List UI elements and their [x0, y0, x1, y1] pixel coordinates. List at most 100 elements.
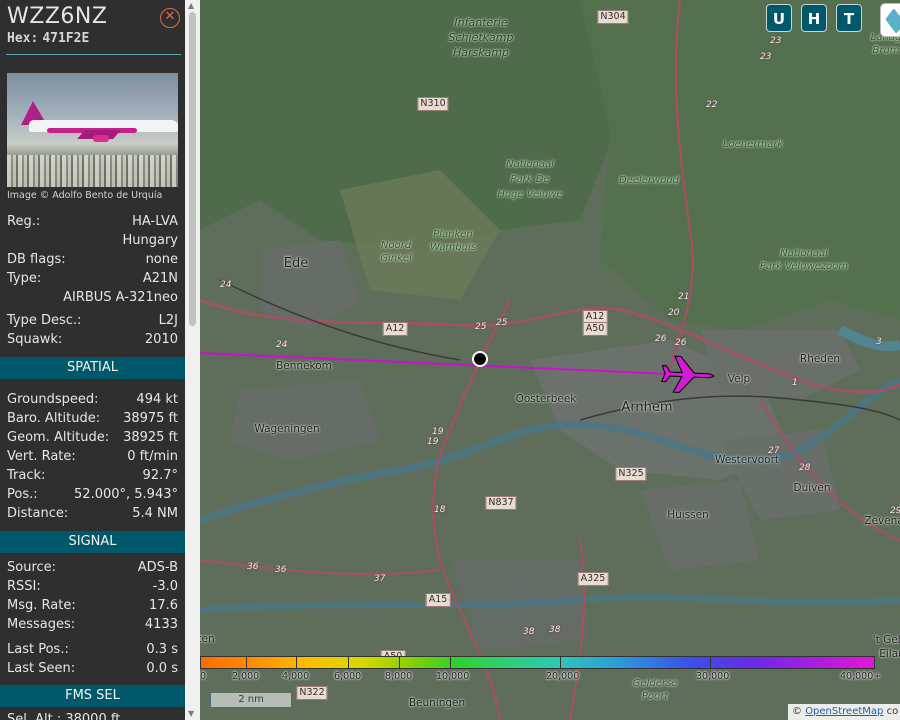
aircraft-photo[interactable]	[7, 73, 178, 187]
signal-label: Msg. Rate:	[7, 598, 76, 613]
map-attribution: © OpenStreetMap co	[788, 704, 900, 720]
hex-value: 471F2E	[42, 31, 90, 46]
detail-label: Squawk:	[7, 332, 63, 347]
toggle-h-button[interactable]: H	[801, 4, 827, 32]
hex-line: Hex: 471F2E	[7, 31, 89, 46]
callsign-title: WZZ6NZ	[7, 4, 108, 29]
altitude-legend-tick	[200, 656, 201, 669]
altitude-legend-tick	[399, 656, 400, 669]
signal-row-msg-rate: Msg. Rate: 17.6	[7, 598, 178, 616]
route-number: 38	[523, 627, 535, 637]
sidebar-scrollbar[interactable]: ▲ ▼	[185, 0, 200, 720]
signal-value: ADS-B	[137, 560, 178, 575]
spatial-row-position: Pos.: 52.000°, 5.943°	[7, 487, 178, 505]
photo-plane-engine	[93, 135, 109, 142]
place-label: Gelderse	[632, 678, 678, 689]
altitude-legend-label: 6,000	[334, 671, 362, 682]
detail-row-type: Type: A21N	[7, 271, 178, 289]
spatial-value: 38925 ft	[123, 430, 178, 445]
attribution-suffix: co	[886, 706, 899, 717]
layer-switcher-button[interactable]	[880, 3, 900, 37]
altitude-legend-label: 20,000	[546, 671, 580, 682]
photo-credit[interactable]: Image © Adolfo Bento de Urquía	[7, 190, 162, 201]
road-shield: N325	[615, 467, 647, 481]
spatial-label: Pos.:	[7, 487, 38, 502]
road-shield: N310	[417, 97, 449, 111]
road-shield: N304	[597, 10, 629, 24]
route-number: 3	[876, 337, 882, 347]
spatial-label: Geom. Altitude:	[7, 430, 110, 445]
place-label: Huissen	[667, 509, 709, 521]
place-label: Brum	[872, 45, 900, 56]
detail-row-db-flags: DB flags: none	[7, 252, 178, 270]
place-label: Loenermark	[722, 139, 784, 150]
fms-row-partial: Sel. Alt.: 38000 ft	[7, 712, 178, 720]
photo-town	[7, 155, 178, 187]
altitude-legend-tick	[874, 656, 875, 669]
detail-label: Reg.:	[7, 214, 41, 229]
signal-row-rssi: RSSI: -3.0	[7, 579, 178, 597]
spatial-value: 0 ft/min	[127, 449, 178, 464]
place-label: Hoge Veluwe	[497, 189, 563, 200]
openstreetmap-link[interactable]: OpenStreetMap	[805, 706, 883, 717]
receiver-location-marker[interactable]	[472, 351, 488, 367]
signal-label: Last Seen:	[7, 661, 76, 676]
altitude-legend-tick	[348, 656, 349, 669]
layers-icon	[885, 8, 900, 34]
hex-label: Hex:	[7, 31, 39, 46]
altitude-legend-tick	[710, 656, 711, 669]
route-number: 29	[890, 506, 900, 516]
place-label: 't Geld	[872, 634, 900, 646]
signal-value: 17.6	[149, 598, 178, 613]
spatial-row-distance: Distance: 5.4 NM	[7, 506, 178, 524]
altitude-legend-tick	[296, 656, 297, 669]
place-label: Deelerwoud	[618, 175, 680, 186]
place-label: Wageningen	[254, 423, 320, 435]
route-number: 36	[275, 565, 287, 575]
altitude-legend-label: 40,000+	[840, 671, 882, 682]
detail-label: Type Desc.:	[7, 313, 82, 328]
spatial-value: 52.000°, 5.943°	[74, 487, 178, 502]
aircraft-info-panel: WZZ6NZ ✕ Hex: 471F2E Image © Adolfo Bento…	[0, 0, 185, 720]
spatial-label: Groundspeed:	[7, 392, 99, 407]
scroll-down-arrow-icon[interactable]: ▼	[188, 709, 194, 718]
map-view[interactable]: Infanterie Schietkamp Harskamp Nationaal Par…	[200, 0, 900, 720]
scroll-up-arrow-icon[interactable]: ▲	[188, 1, 194, 10]
attribution-symbol: ©	[792, 706, 802, 717]
header-divider	[6, 54, 181, 55]
spatial-label: Track:	[7, 468, 46, 483]
route-number: 24	[220, 280, 232, 290]
signal-label: RSSI:	[7, 579, 41, 594]
detail-value: A21N	[142, 271, 178, 286]
scrollbar-thumb[interactable]	[189, 12, 196, 326]
spatial-row-baro-altitude: Baro. Altitude: 38975 ft	[7, 411, 178, 429]
spatial-value: 5.4 NM	[132, 506, 178, 521]
detail-row-type-desc: Type Desc.: L2J	[7, 313, 178, 331]
altitude-legend-label: 8,000	[385, 671, 413, 682]
detail-value: L2J	[158, 313, 178, 328]
fms-partial-text: Sel. Alt.: 38000 ft	[7, 712, 121, 720]
type-full-name: AIRBUS A-321neo	[63, 290, 178, 305]
toggle-u-button[interactable]: U	[766, 4, 792, 32]
place-label: Bennekom	[276, 360, 332, 372]
route-number: 23	[770, 36, 782, 46]
route-number: 37	[374, 574, 386, 584]
place-label: Wambuis	[430, 242, 476, 253]
place-label: Rheden	[799, 353, 841, 365]
route-number: 26	[655, 334, 667, 344]
place-label: Harskamp	[452, 46, 510, 59]
toggle-t-button[interactable]: T	[836, 4, 862, 32]
signal-label: Source:	[7, 560, 57, 575]
road-shield: N322	[296, 686, 328, 700]
route-number: 38	[549, 625, 561, 635]
place-label: Oosterbeek	[515, 393, 577, 405]
close-panel-button[interactable]: ✕	[160, 8, 180, 28]
signal-value: 0.0 s	[146, 661, 178, 676]
altitude-legend-tick	[450, 656, 451, 669]
place-label: Arnhem	[621, 400, 673, 415]
route-number: 28	[799, 463, 811, 473]
place-label: Eilan	[879, 648, 900, 660]
detail-value: HA-LVA	[132, 214, 178, 229]
place-label: Nationaal	[780, 248, 828, 259]
place-label: Ede	[283, 256, 309, 271]
